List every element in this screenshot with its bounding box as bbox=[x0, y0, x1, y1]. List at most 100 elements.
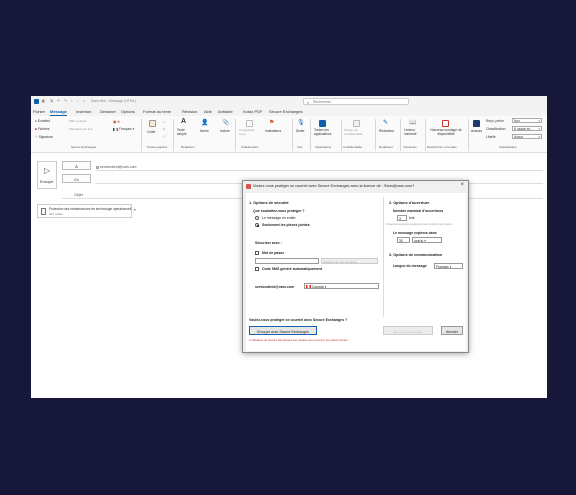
dictate-button[interactable]: Dicter bbox=[296, 129, 305, 133]
to-button[interactable]: À bbox=[62, 161, 91, 170]
expiration-input[interactable]: 30 bbox=[397, 237, 410, 243]
tab-kofax-pdf[interactable]: Kofax PDF bbox=[243, 109, 262, 114]
redo-icon[interactable]: ↷ bbox=[64, 99, 67, 103]
copy-icon[interactable]: ⧉ bbox=[163, 127, 165, 131]
sign-by-link-button[interactable]: Signature par lien bbox=[69, 127, 93, 131]
se-enabled-button[interactable]: ● Enabled bbox=[35, 119, 50, 123]
separator bbox=[292, 119, 293, 151]
indicators-button[interactable]: Indicateurs bbox=[265, 129, 281, 133]
cancel-button[interactable]: Annuler bbox=[441, 326, 463, 335]
editor-button[interactable]: Rédacteur bbox=[379, 129, 394, 133]
attach-icon[interactable]: 📎 bbox=[222, 119, 229, 126]
to-field[interactable]: servicedient@vars.com bbox=[96, 165, 136, 169]
calendar-poll-icon[interactable] bbox=[442, 120, 449, 127]
tab-format-du-texte[interactable]: Format du texte bbox=[143, 109, 171, 114]
group-collaboration: Collaboration bbox=[241, 145, 259, 149]
avanza-button[interactable]: Avanza bbox=[471, 129, 482, 133]
password-checkbox[interactable] bbox=[255, 251, 259, 255]
undo-icon[interactable]: ↶ bbox=[57, 99, 60, 103]
confidentiality-button[interactable]: Niveau de confidentialité bbox=[344, 128, 372, 136]
ribbon: ● Enabled ■ Fichiers ✎ Signature PDF à s… bbox=[31, 116, 547, 153]
generate-password-button[interactable]: Générer un mot de passe bbox=[321, 258, 378, 264]
classification-dropdown[interactable]: À usage int... ▾ bbox=[512, 126, 542, 131]
search-icon: ⌕ bbox=[307, 100, 310, 105]
pdf-sign-button[interactable]: PDF à signer bbox=[69, 119, 87, 123]
include-button[interactable]: Inclure bbox=[220, 129, 230, 133]
expiration-unit-select[interactable]: jour(s) ▾ bbox=[412, 237, 442, 243]
customize-icon[interactable]: ▿ bbox=[83, 99, 85, 103]
down-icon[interactable]: ↓ bbox=[77, 99, 79, 103]
file-icon bbox=[41, 208, 46, 215]
to-recipient: servicedient@vars.com bbox=[100, 165, 137, 169]
sms-checkbox[interactable] bbox=[255, 267, 259, 271]
message-language-value: Français bbox=[436, 264, 449, 269]
up-icon[interactable]: ↑ bbox=[71, 99, 73, 103]
group-secure-exchanges: Secure Exchanges bbox=[71, 145, 97, 149]
names-icon[interactable]: 👤 bbox=[201, 119, 208, 126]
communication-options-heading: 3. Options de communication bbox=[389, 253, 443, 257]
microphone-icon[interactable]: 🎙 bbox=[297, 119, 305, 126]
secure-exchanges-dialog: Voulez-vous protéger ce courriel avec Se… bbox=[242, 180, 469, 353]
se-signature-button[interactable]: ✎ Signature bbox=[35, 135, 53, 139]
country-select[interactable]: Canada ▾ bbox=[304, 283, 379, 289]
expiration-label: Le message expirera dans bbox=[393, 231, 437, 235]
search-box[interactable]: ⌕ Rechercher bbox=[303, 98, 409, 105]
confidentiality-icon[interactable] bbox=[353, 120, 360, 127]
loop-icon[interactable] bbox=[246, 120, 253, 127]
tab-insertion[interactable]: Insertion bbox=[76, 109, 91, 114]
format-painter-icon[interactable]: 🖌 bbox=[163, 134, 167, 138]
cc-button[interactable]: Cc bbox=[62, 174, 91, 183]
se-files-button[interactable]: ■ Fichiers bbox=[35, 127, 49, 131]
language-dropdown[interactable]: Français ▾ bbox=[113, 127, 134, 131]
attachment-menu-icon[interactable]: ▾ bbox=[134, 208, 136, 212]
tab-aide[interactable]: Aide bbox=[204, 109, 212, 114]
save-icon[interactable]: 🖫 bbox=[50, 99, 53, 105]
editor-icon[interactable]: ✎ bbox=[383, 119, 388, 126]
menu-bar: Fichier Message Insertion Dessiner Optio… bbox=[31, 107, 547, 116]
password-field[interactable] bbox=[255, 258, 319, 264]
separator bbox=[235, 119, 236, 151]
cut-icon[interactable]: ✂ bbox=[163, 120, 166, 124]
group-confidentiality: Confidentialité bbox=[343, 145, 363, 149]
indicators-icon[interactable]: ⚑ bbox=[269, 119, 274, 126]
tab-message[interactable]: Message bbox=[50, 109, 67, 116]
immersive-reader-button[interactable]: Lecteur immersif bbox=[404, 128, 422, 136]
libelle-label: Libellé bbox=[486, 135, 496, 139]
immersive-reader-icon[interactable]: 📖 bbox=[409, 119, 416, 126]
loop-component-button[interactable]: Composant Loop bbox=[239, 128, 261, 136]
tab-antidote[interactable]: Antidote bbox=[218, 109, 233, 114]
tab-fichier[interactable]: Fichier bbox=[33, 109, 45, 114]
libelle-dropdown[interactable]: Aucun ▾ bbox=[512, 134, 542, 139]
radio-whole-message[interactable] bbox=[255, 216, 259, 220]
paste-icon[interactable] bbox=[149, 120, 156, 127]
send-button[interactable]: ▷ Envoyer bbox=[37, 161, 57, 189]
simple-text-button[interactable]: Texte simple bbox=[177, 128, 191, 136]
all-apps-button[interactable]: Toutes les applications bbox=[314, 128, 340, 136]
message-language-select[interactable]: Français ▾ bbox=[434, 263, 463, 269]
close-icon[interactable]: × bbox=[460, 182, 464, 188]
send-with-secure-exchanges-button[interactable]: Envoyer avec Secure Exchanges bbox=[249, 326, 317, 335]
group-editor: Rédacteur bbox=[379, 145, 393, 149]
paste-button[interactable]: Coller bbox=[147, 130, 156, 134]
language-value: Français bbox=[119, 127, 132, 131]
send-unsecured-button[interactable]: Envoyer non sécurisé bbox=[383, 326, 433, 335]
apps-icon[interactable] bbox=[319, 120, 326, 127]
avanza-icon[interactable] bbox=[473, 120, 480, 127]
names-button[interactable]: Noms bbox=[200, 129, 209, 133]
tab-options[interactable]: Options bbox=[121, 109, 135, 114]
tab-dessiner[interactable]: Dessiner bbox=[100, 109, 116, 114]
max-openings-input[interactable]: 3 bbox=[397, 215, 407, 221]
recu-label: Reçu, périm. bbox=[486, 119, 505, 123]
attachments-warning: L'utilisation de Secure Exchanges est re… bbox=[249, 338, 349, 342]
message-language-label: Langue du message bbox=[393, 264, 427, 268]
simple-text-icon[interactable]: A bbox=[181, 118, 186, 125]
attachment-card[interactable]: Protection des infrastructures de techno… bbox=[37, 204, 132, 218]
canada-flag-icon bbox=[306, 285, 311, 288]
recu-dropdown[interactable]: Non ▾ bbox=[512, 118, 542, 123]
radio-attachments-only[interactable] bbox=[255, 223, 259, 227]
availability-poll-button[interactable]: Nouveau sondage de disponibilité bbox=[428, 128, 464, 136]
tab-revision[interactable]: Révision bbox=[182, 109, 197, 114]
autosave-icon[interactable]: ◧ bbox=[42, 99, 45, 103]
tab-secure-exchanges[interactable]: Secure Exchanges bbox=[269, 109, 303, 114]
france-flag-icon bbox=[113, 127, 118, 131]
